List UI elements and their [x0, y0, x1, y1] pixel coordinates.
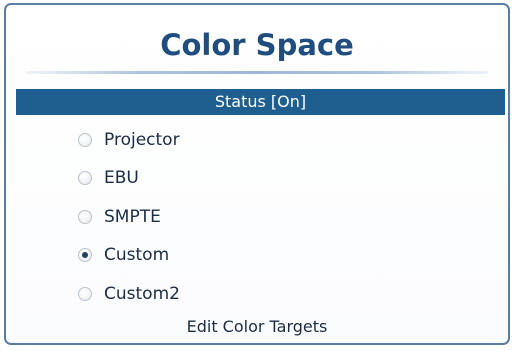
option-ebu[interactable]: EBU — [78, 165, 139, 191]
status-toggle[interactable]: Status [On] — [16, 89, 505, 115]
color-space-panel: Color Space Status [On] Projector EBU SM… — [4, 3, 510, 345]
radio-custom2[interactable] — [78, 287, 92, 301]
radio-ebu[interactable] — [78, 171, 92, 185]
option-label-ebu: EBU — [104, 168, 139, 188]
option-label-projector: Projector — [104, 130, 180, 150]
radio-smpte[interactable] — [78, 210, 92, 224]
panel-title: Color Space — [160, 28, 354, 62]
option-smpte[interactable]: SMPTE — [78, 204, 161, 230]
edit-color-targets-link[interactable]: Edit Color Targets — [6, 317, 508, 336]
option-projector[interactable]: Projector — [78, 127, 180, 153]
option-label-custom: Custom — [104, 245, 170, 265]
option-label-custom2: Custom2 — [104, 284, 180, 304]
option-custom[interactable]: Custom — [78, 242, 169, 268]
title-divider — [26, 71, 488, 74]
option-label-smpte: SMPTE — [104, 207, 161, 227]
option-custom2[interactable]: Custom2 — [78, 281, 180, 307]
radio-custom[interactable] — [78, 248, 92, 262]
radio-projector[interactable] — [78, 133, 92, 147]
